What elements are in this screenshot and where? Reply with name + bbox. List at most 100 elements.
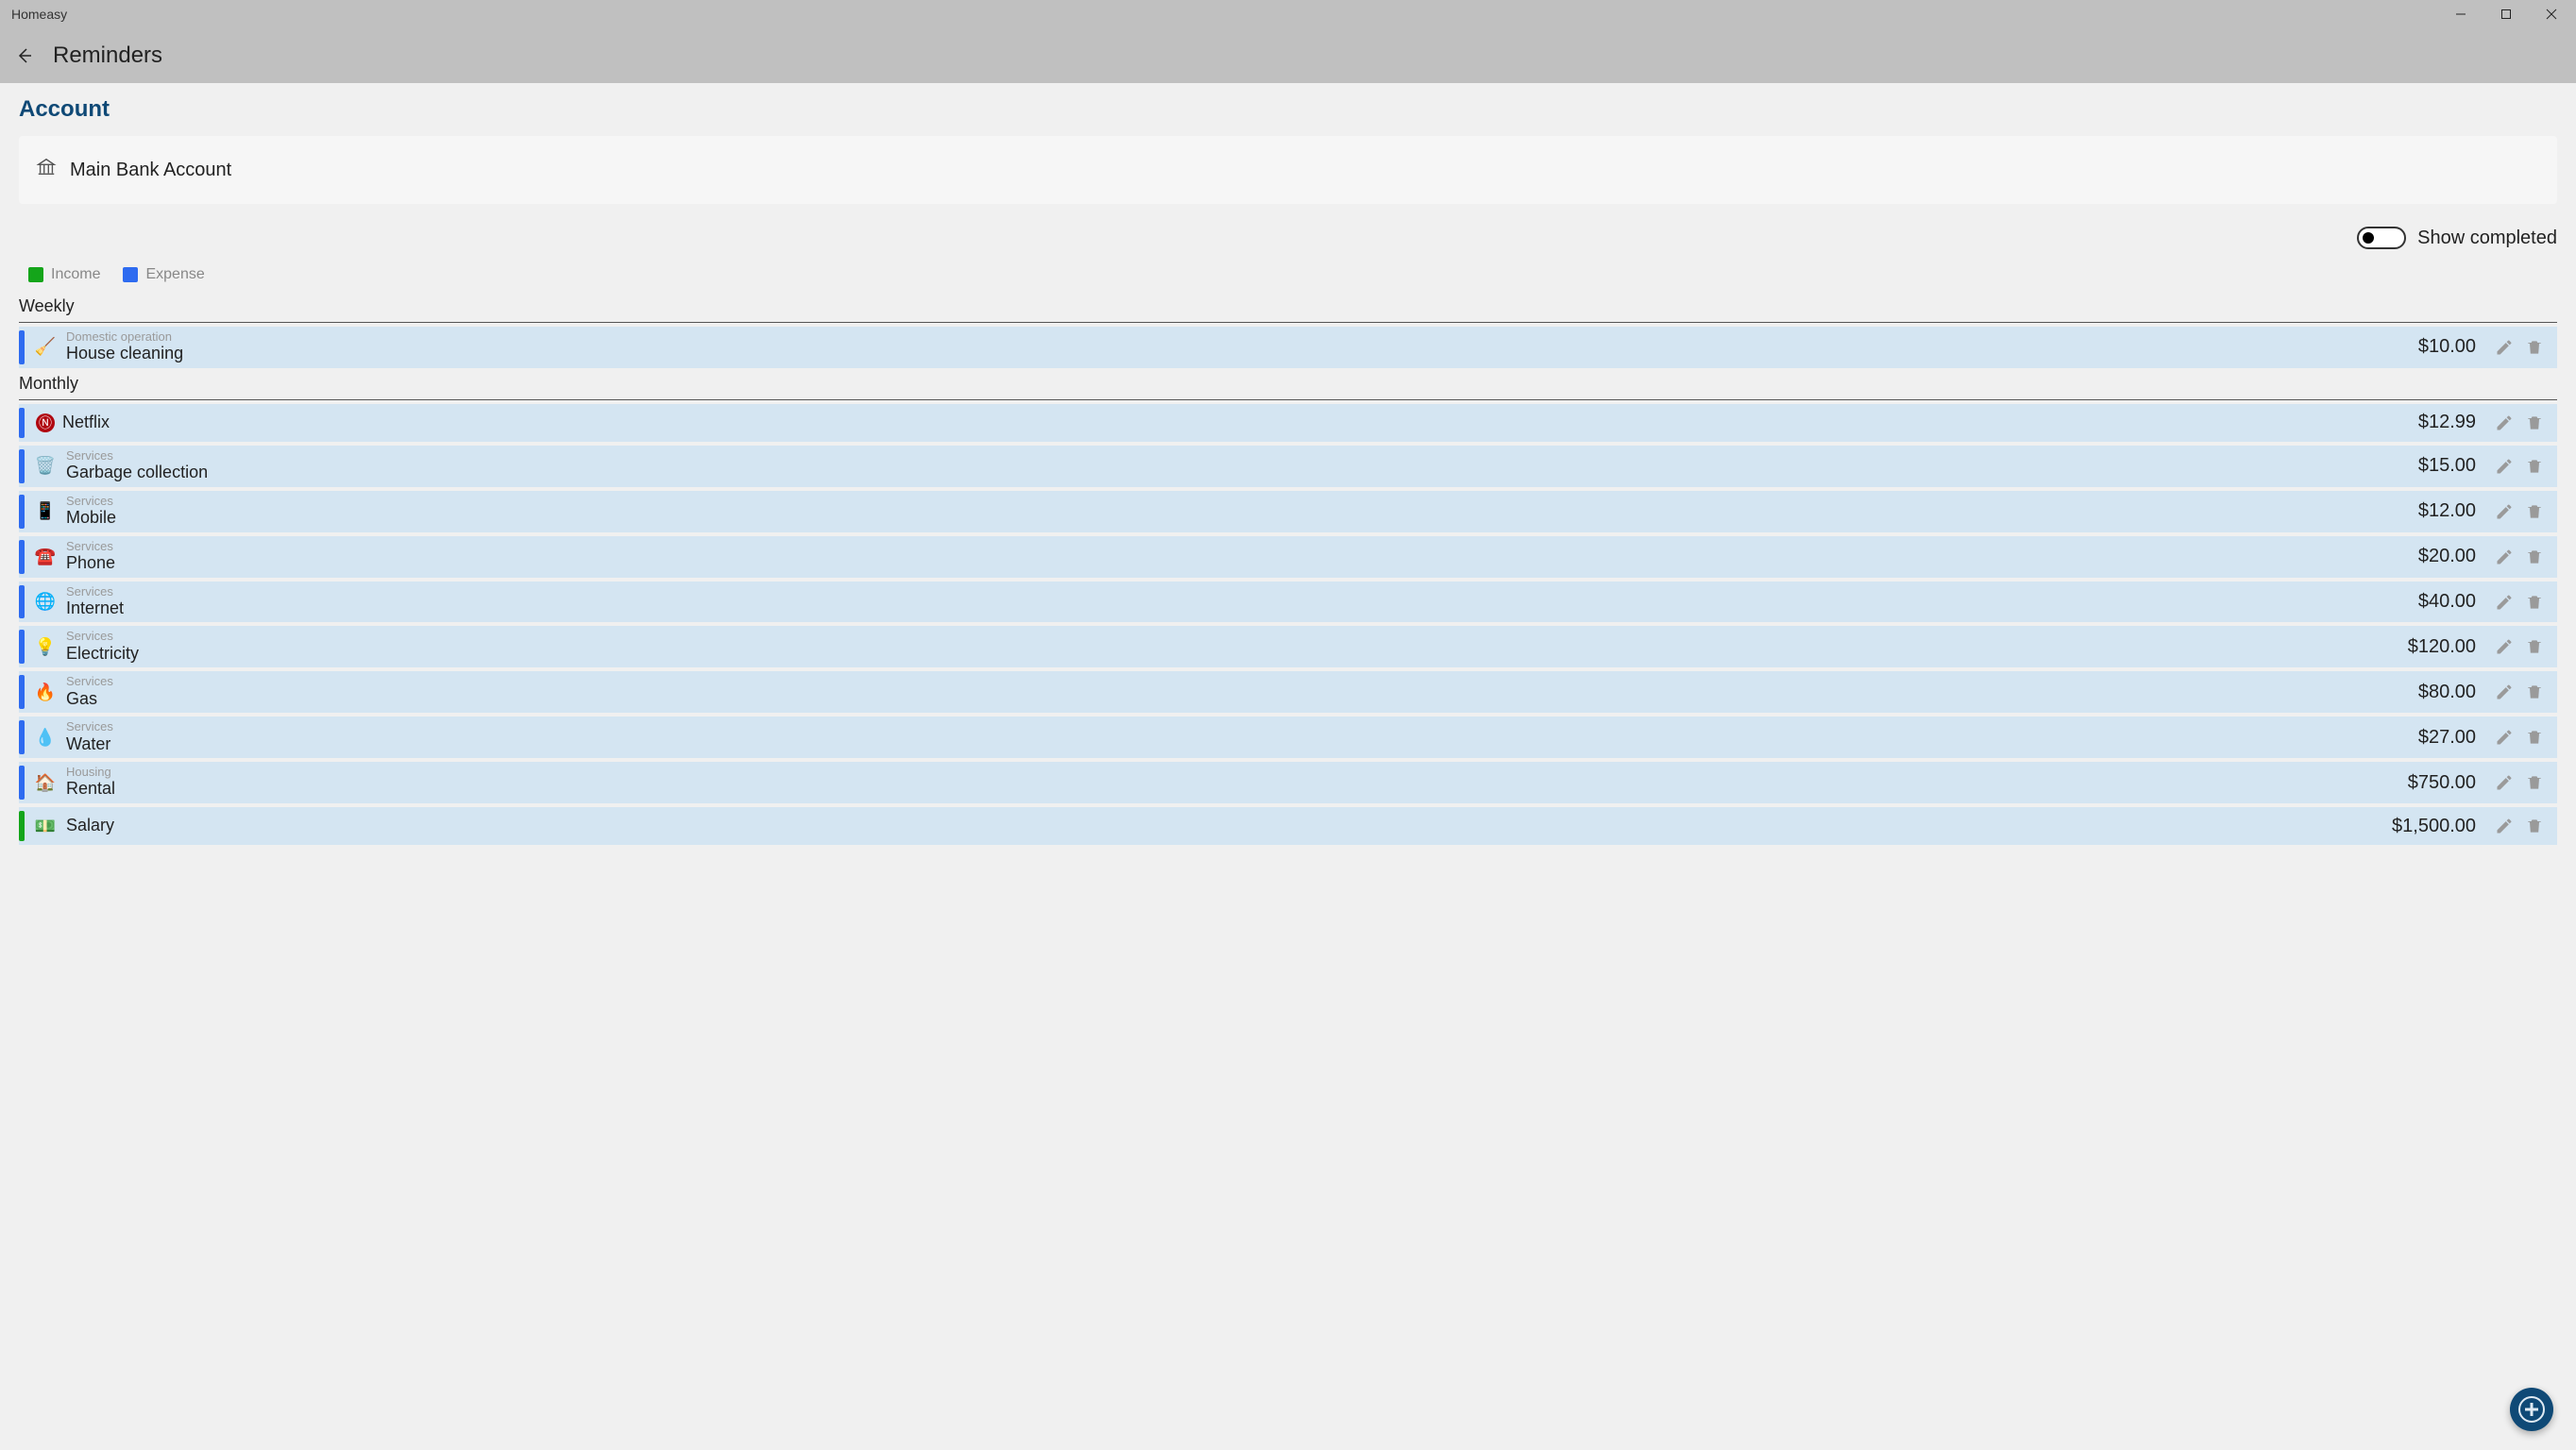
- reminder-name: Water: [66, 734, 113, 755]
- edit-icon[interactable]: [2489, 683, 2519, 701]
- delete-icon[interactable]: [2519, 683, 2550, 701]
- reminder-row[interactable]: 📱ServicesMobile$12.00: [19, 491, 2557, 532]
- delete-icon[interactable]: [2519, 413, 2550, 432]
- edit-icon[interactable]: [2489, 338, 2519, 357]
- reminders-list: Weekly 🧹Domestic operationHouse cleaning$…: [19, 291, 2557, 845]
- reminder-name: Netflix: [62, 413, 110, 433]
- content-area: Account Main Bank Account Show completed…: [0, 83, 2576, 1450]
- delete-icon[interactable]: [2519, 502, 2550, 521]
- legend-expense-label: Expense: [145, 266, 204, 283]
- reminder-amount: $27.00: [2418, 727, 2476, 749]
- delete-icon[interactable]: [2519, 637, 2550, 656]
- reminder-texts: ServicesGarbage collection: [66, 449, 208, 483]
- app-title: Homeasy: [11, 7, 67, 22]
- reminder-row[interactable]: 💵Salary$1,500.00: [19, 807, 2557, 845]
- reminder-row[interactable]: 💡ServicesElectricity$120.00: [19, 626, 2557, 667]
- edit-icon[interactable]: [2489, 548, 2519, 566]
- add-reminder-button[interactable]: [2510, 1388, 2553, 1431]
- edit-icon[interactable]: [2489, 413, 2519, 432]
- window-controls: [2438, 0, 2574, 28]
- reminder-row[interactable]: 🧹Domestic operationHouse cleaning$10.00: [19, 327, 2557, 368]
- expense-stripe: [19, 585, 25, 619]
- reminder-row[interactable]: 💧 ServicesWater $27.00: [19, 717, 2557, 758]
- edit-icon[interactable]: [2489, 502, 2519, 521]
- reminder-icon: 💡: [32, 637, 59, 657]
- reminder-name: Salary: [66, 816, 114, 836]
- reminder-category: Services: [66, 720, 113, 733]
- edit-icon[interactable]: [2489, 457, 2519, 476]
- account-name: Main Bank Account: [70, 160, 231, 181]
- delete-icon[interactable]: [2519, 338, 2550, 357]
- delete-icon[interactable]: [2519, 457, 2550, 476]
- reminder-row[interactable]: 🗑️ ServicesGarbage collection $15.00: [19, 446, 2557, 487]
- reminder-amount: $15.00: [2418, 455, 2476, 477]
- bank-icon: [36, 157, 57, 183]
- titlebar: Homeasy: [0, 0, 2576, 28]
- edit-icon[interactable]: [2489, 728, 2519, 747]
- reminder-name: House cleaning: [66, 344, 183, 364]
- maximize-button[interactable]: [2483, 0, 2529, 28]
- reminder-category: Services: [66, 449, 208, 463]
- reminder-amount: $750.00: [2408, 772, 2476, 794]
- reminder-name: Gas: [66, 689, 113, 710]
- reminder-category: Services: [66, 630, 139, 643]
- reminder-row[interactable]: 🏠 HousingRental $750.00: [19, 762, 2557, 803]
- delete-icon[interactable]: [2519, 548, 2550, 566]
- delete-icon[interactable]: [2519, 593, 2550, 612]
- reminder-icon: Ⓝ: [36, 413, 55, 432]
- reminder-texts: ServicesGas: [66, 675, 113, 709]
- reminder-amount: $40.00: [2418, 591, 2476, 613]
- delete-icon[interactable]: [2519, 773, 2550, 792]
- expense-stripe: [19, 720, 25, 754]
- reminder-texts: ServicesMobile: [66, 495, 116, 529]
- reminder-texts: Netflix: [62, 413, 110, 433]
- close-button[interactable]: [2529, 0, 2574, 28]
- reminder-texts: Salary: [66, 816, 114, 836]
- reminder-category: Housing: [66, 766, 115, 779]
- legend-income: Income: [28, 266, 100, 283]
- expense-stripe: [19, 449, 25, 483]
- reminder-amount: $120.00: [2408, 636, 2476, 658]
- reminder-texts: ServicesInternet: [66, 585, 124, 619]
- delete-icon[interactable]: [2519, 728, 2550, 747]
- delete-icon[interactable]: [2519, 817, 2550, 835]
- edit-icon[interactable]: [2489, 773, 2519, 792]
- reminder-name: Phone: [66, 553, 115, 574]
- income-color-swatch: [28, 267, 43, 282]
- reminder-row[interactable]: 🌐 ServicesInternet $40.00: [19, 582, 2557, 623]
- reminder-row[interactable]: 🔥ServicesGas$80.00: [19, 671, 2557, 713]
- reminder-amount: $12.99: [2418, 412, 2476, 433]
- expense-stripe: [19, 630, 25, 664]
- reminder-amount: $12.00: [2418, 500, 2476, 522]
- reminder-amount: $20.00: [2418, 546, 2476, 567]
- expense-stripe: [19, 330, 25, 364]
- reminder-texts: HousingRental: [66, 766, 115, 800]
- income-stripe: [19, 811, 25, 841]
- group-title: Monthly: [19, 368, 2557, 400]
- account-heading: Account: [19, 96, 2557, 123]
- reminder-icon: 💧: [32, 728, 59, 748]
- reminder-texts: Domestic operationHouse cleaning: [66, 330, 183, 364]
- group-title: Weekly: [19, 291, 2557, 323]
- account-card[interactable]: Main Bank Account: [19, 136, 2557, 204]
- page-title: Reminders: [53, 42, 162, 69]
- reminder-icon: 🗑️: [32, 456, 59, 476]
- back-button[interactable]: [15, 46, 34, 65]
- reminder-category: Services: [66, 495, 116, 508]
- expense-stripe: [19, 495, 25, 529]
- reminder-row[interactable]: Ⓝ Netflix $12.99: [19, 404, 2557, 442]
- expense-stripe: [19, 675, 25, 709]
- minimize-button[interactable]: [2438, 0, 2483, 28]
- toggle-dot: [2363, 232, 2374, 244]
- reminder-icon: 🏠: [32, 773, 59, 793]
- edit-icon[interactable]: [2489, 637, 2519, 656]
- legend-expense: Expense: [123, 266, 204, 283]
- edit-icon[interactable]: [2489, 817, 2519, 835]
- reminder-row[interactable]: ☎️ServicesPhone$20.00: [19, 536, 2557, 578]
- reminder-name: Mobile: [66, 508, 116, 529]
- reminder-icon: 🌐: [32, 592, 59, 612]
- reminder-texts: ServicesWater: [66, 720, 113, 754]
- reminder-icon: 💵: [32, 817, 59, 836]
- show-completed-toggle[interactable]: [2357, 227, 2406, 249]
- edit-icon[interactable]: [2489, 593, 2519, 612]
